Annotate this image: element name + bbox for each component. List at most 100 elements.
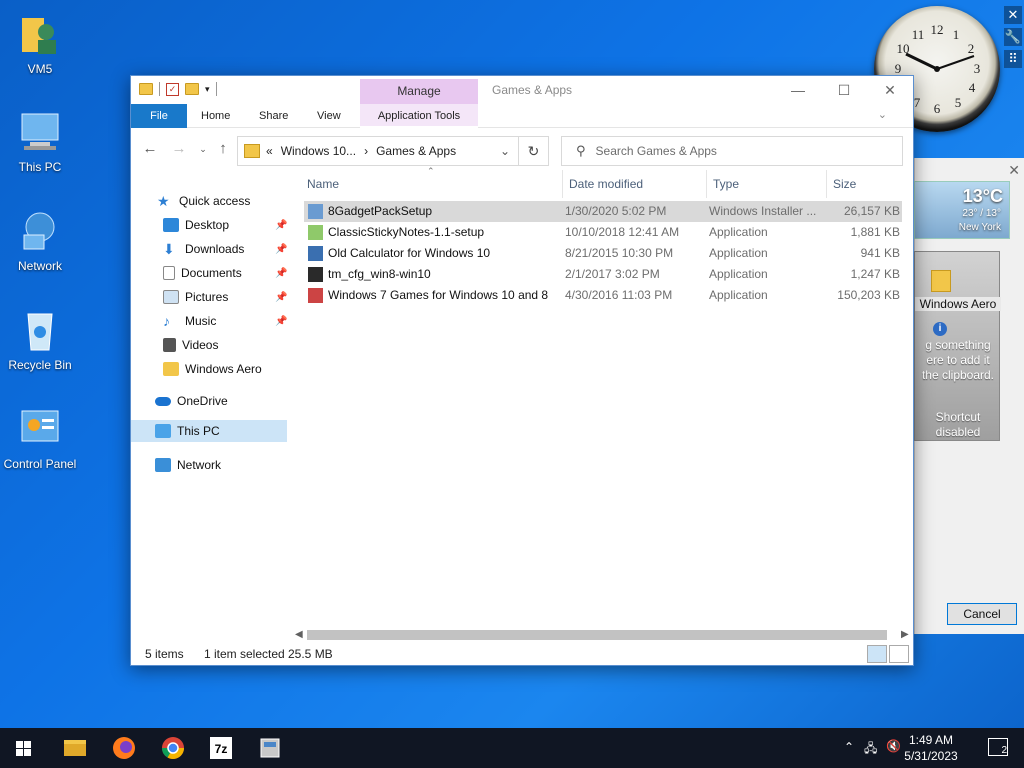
pin-icon[interactable]: 📌 <box>275 292 287 303</box>
column-header-size[interactable]: Size <box>826 170 902 198</box>
network-globe-icon <box>16 207 64 255</box>
clock-display[interactable]: 1:49 AM 5/31/2023 <box>896 732 966 764</box>
file-type: Application <box>709 288 768 302</box>
star-icon: ★ <box>157 193 170 209</box>
nav-desktop[interactable]: Desktop 📌 <box>163 214 287 236</box>
folder-gadget[interactable]: Windows Aero i g something ere to add it… <box>914 251 1001 441</box>
up-arrow-icon[interactable]: ↑ <box>213 140 233 157</box>
maximize-icon[interactable]: ☐ <box>821 76 867 104</box>
refresh-icon[interactable]: ↻ <box>519 136 549 166</box>
nav-quick-access[interactable]: ★ Quick access <box>157 190 250 212</box>
weather-gadget[interactable]: 13°C 23° / 13° New York <box>914 181 1010 239</box>
breadcrumb-separator-icon: › <box>364 144 369 158</box>
notification-center-icon[interactable]: 2 <box>988 738 1008 756</box>
file-type: Application <box>709 246 768 260</box>
clock-number: 1 <box>953 27 960 42</box>
selection-count: 1 item selected <box>204 647 285 661</box>
column-header-date[interactable]: Date modified <box>562 170 706 198</box>
chevron-down-icon[interactable]: ⌄ <box>500 144 510 158</box>
search-box[interactable]: ⚲ Search Games & Apps <box>561 136 903 166</box>
file-icon <box>308 204 323 219</box>
column-header-name[interactable]: Name <box>301 170 562 198</box>
nav-pictures[interactable]: Pictures 📌 <box>163 286 287 308</box>
minimize-icon[interactable]: — <box>775 76 821 104</box>
pin-icon[interactable]: 📌 <box>275 316 287 327</box>
notification-count: 2 <box>1001 745 1007 756</box>
back-arrow-icon[interactable]: ← <box>140 140 160 157</box>
explorer-window: ✓ ▾ Manage Games & Apps — ☐ ✕ File Home … <box>130 75 914 666</box>
close-icon[interactable]: ✕ <box>1004 6 1022 24</box>
nav-music[interactable]: ♪ Music 📌 <box>163 310 287 332</box>
breadcrumb-segment[interactable]: Games & Apps <box>376 144 456 158</box>
taskbar-firefox[interactable] <box>100 728 148 768</box>
file-size: 150,203 KB <box>837 288 900 302</box>
tab-application-tools[interactable]: Application Tools <box>360 104 478 128</box>
scrollbar-thumb[interactable] <box>307 630 887 640</box>
new-folder-icon[interactable] <box>185 83 199 95</box>
table-row[interactable]: 8GadgetPackSetup 1/30/2020 5:02 PM Windows… <box>304 201 902 222</box>
desktop-icon-this-pc[interactable]: This PC <box>0 108 80 174</box>
nav-onedrive[interactable]: OneDrive <box>155 390 228 412</box>
taskbar-chrome[interactable] <box>149 728 197 768</box>
tab-view[interactable]: View <box>307 104 351 128</box>
clock-number: 7 <box>914 95 921 110</box>
nav-network[interactable]: Network <box>155 454 221 476</box>
clock-number: 12 <box>931 22 944 37</box>
nav-documents[interactable]: Documents 📌 <box>163 262 287 284</box>
taskbar-gadget-app[interactable] <box>246 728 294 768</box>
tab-file[interactable]: File <box>131 104 187 128</box>
table-row[interactable]: Windows 7 Games for Windows 10 and 8 4/30… <box>304 285 902 306</box>
taskbar-7zip[interactable]: 7z <box>197 728 245 768</box>
pictures-icon <box>163 290 179 304</box>
drag-grip-icon[interactable]: ⠿ <box>1004 50 1022 68</box>
computer-icon <box>16 108 64 156</box>
scroll-right-icon[interactable]: ▶ <box>901 627 909 643</box>
tab-share[interactable]: Share <box>249 104 298 128</box>
search-input[interactable]: Search Games & Apps <box>596 144 717 158</box>
gadget-app-icon <box>260 738 280 758</box>
horizontal-scrollbar[interactable]: ◀ ▶ <box>291 627 913 643</box>
close-icon[interactable]: ✕ <box>1008 162 1020 179</box>
pin-icon[interactable]: 📌 <box>275 268 287 279</box>
nav-this-pc[interactable]: This PC <box>131 420 287 442</box>
chevron-down-icon[interactable]: ▾ <box>205 84 210 95</box>
desktop-icon-control-panel[interactable]: Control Panel <box>0 405 80 471</box>
column-header-type[interactable]: Type <box>706 170 826 198</box>
scroll-left-icon[interactable]: ◀ <box>295 627 303 643</box>
title-bar[interactable]: ✓ ▾ Manage Games & Apps — ☐ ✕ <box>131 76 913 104</box>
address-bar[interactable]: « Windows 10... › Games & Apps ⌄ <box>237 136 519 166</box>
pin-icon[interactable]: 📌 <box>275 220 287 231</box>
nav-videos[interactable]: Videos <box>163 334 218 356</box>
large-icons-view-icon[interactable] <box>889 645 909 663</box>
desktop-icon-recycle-bin[interactable]: Recycle Bin <box>0 306 80 372</box>
cancel-button[interactable]: Cancel <box>947 603 1017 625</box>
pin-icon[interactable]: 📌 <box>275 244 287 255</box>
nav-windows-aero[interactable]: Windows Aero <box>163 358 262 380</box>
recent-locations-icon[interactable]: ⌄ <box>193 144 213 155</box>
nav-downloads[interactable]: ⬇ Downloads 📌 <box>163 238 287 260</box>
manage-context-tab[interactable]: Manage <box>360 79 478 104</box>
wrench-icon[interactable]: 🔧 <box>1004 28 1022 46</box>
desktop-icon-vm5[interactable]: VM5 <box>0 10 80 76</box>
forward-arrow-icon[interactable]: → <box>169 140 189 157</box>
tab-home[interactable]: Home <box>191 104 240 128</box>
breadcrumb-segment[interactable]: Windows 10... <box>281 144 356 158</box>
taskbar-file-explorer[interactable] <box>50 728 98 768</box>
table-row[interactable]: tm_cfg_win8-win10 2/1/2017 3:02 PM Applica… <box>304 264 902 285</box>
file-date: 4/30/2016 11:03 PM <box>565 288 673 302</box>
table-row[interactable]: Old Calculator for Windows 10 8/21/2015 1… <box>304 243 902 264</box>
desktop-icon-network[interactable]: Network <box>0 207 80 273</box>
details-view-icon[interactable] <box>867 645 887 663</box>
table-row[interactable]: ClassicStickyNotes-1.1-setup 10/10/2018 1… <box>304 222 902 243</box>
breadcrumb-prefix[interactable]: « <box>266 144 273 158</box>
properties-icon[interactable]: ✓ <box>166 82 179 96</box>
network-status-icon[interactable]: 🖧 <box>864 739 877 760</box>
file-date: 2/1/2017 3:02 PM <box>565 267 660 281</box>
file-icon <box>308 288 323 303</box>
file-icon <box>308 246 323 261</box>
start-button[interactable] <box>0 728 48 768</box>
chevron-up-icon[interactable]: ⌃ <box>844 740 854 754</box>
chrome-icon <box>162 737 184 759</box>
close-icon[interactable]: ✕ <box>867 76 913 104</box>
chevron-down-icon[interactable]: ⌄ <box>878 108 887 121</box>
